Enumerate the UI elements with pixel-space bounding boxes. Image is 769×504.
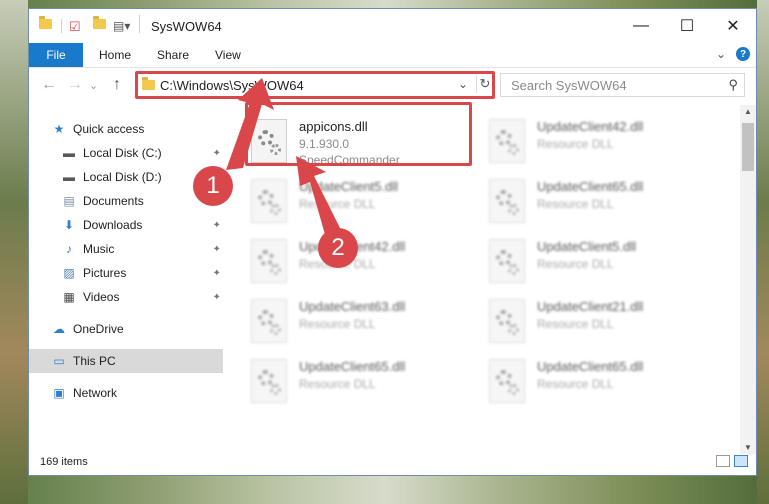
annotation-badge-1: 1 xyxy=(193,166,233,206)
annotation-badge-2: 2 xyxy=(318,228,358,268)
arrow-1 xyxy=(226,78,274,170)
arrow-2 xyxy=(296,156,340,238)
annotation-arrows xyxy=(226,78,340,238)
